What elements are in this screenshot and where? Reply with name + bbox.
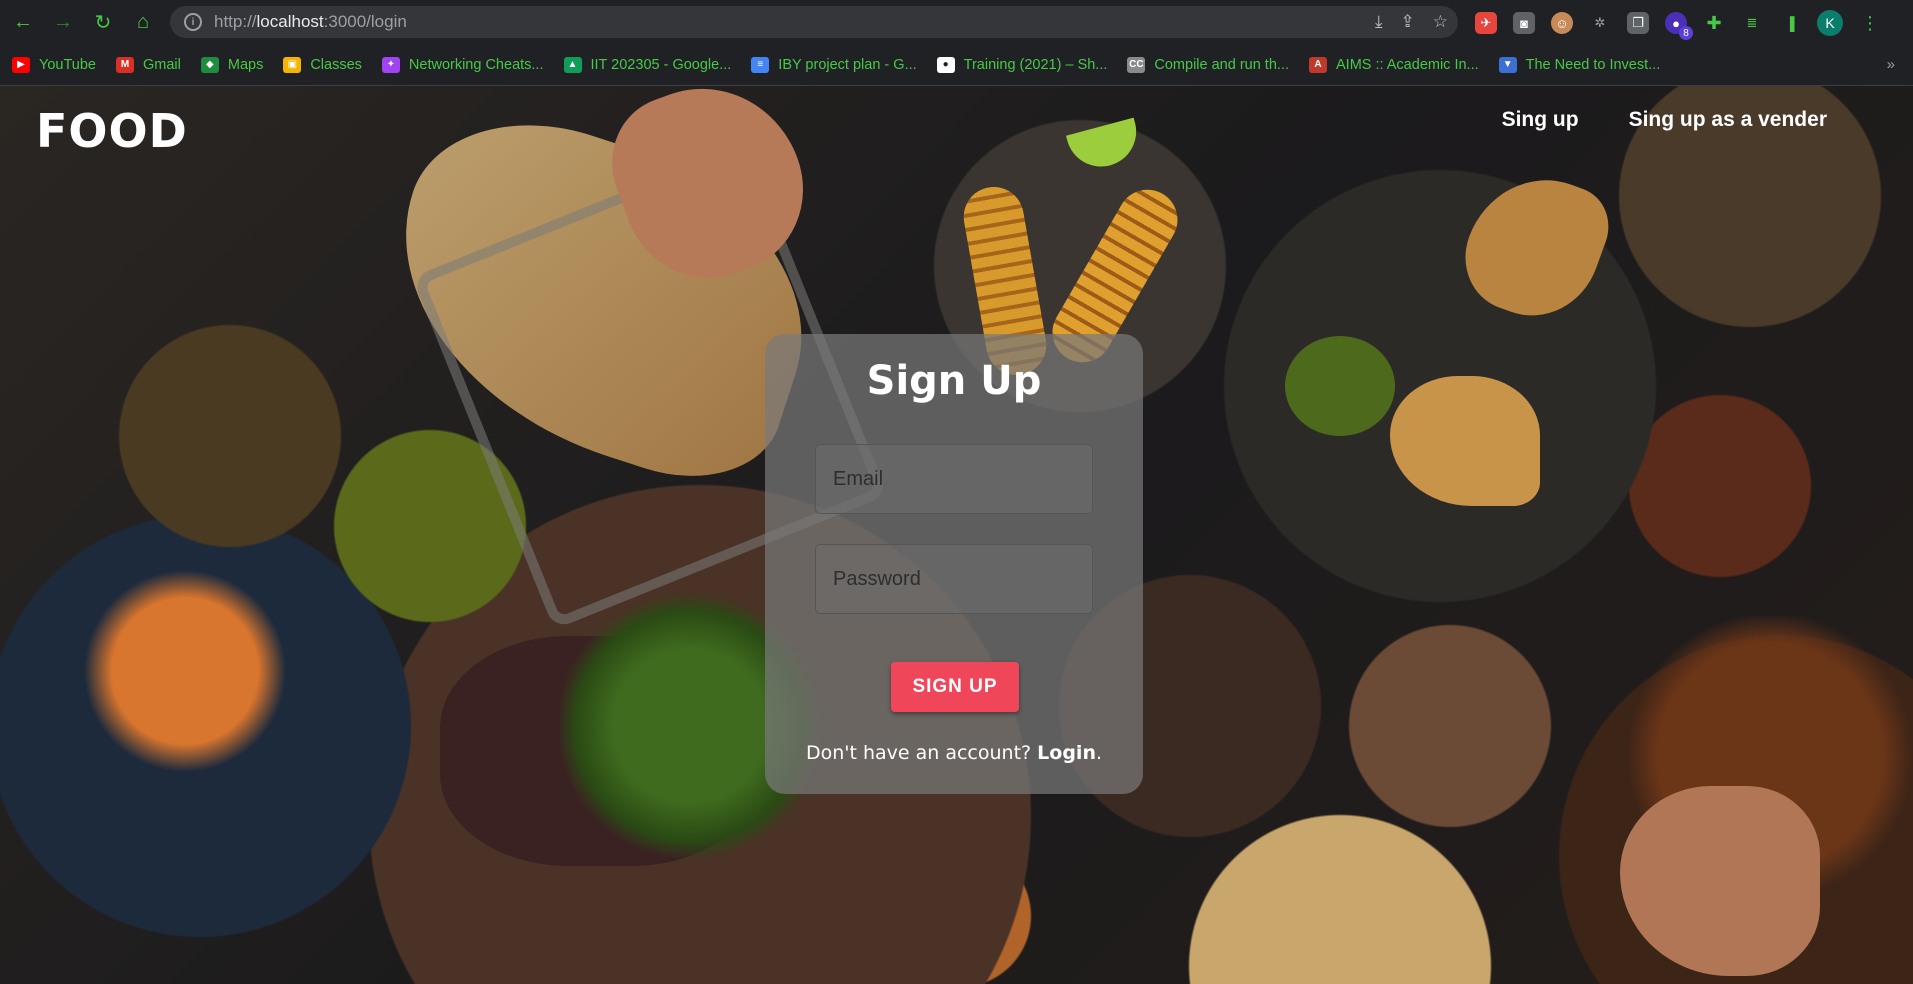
bookmark-label: Gmail (142, 56, 181, 73)
more-bookmarks-icon[interactable]: » (1887, 56, 1895, 73)
bookmark-label: AIMS :: Academic In... (1336, 56, 1479, 73)
bookmark-favicon-icon: ● (936, 56, 955, 73)
kebab-menu-icon[interactable]: ⋮ (1859, 12, 1881, 34)
samosa-graphic (1390, 376, 1540, 506)
bookmark-item[interactable]: ● Training (2021) – Sh... (936, 56, 1108, 73)
install-app-icon[interactable]: ⤓ (1375, 12, 1383, 32)
bookmark-favicon-icon: ✦ (381, 56, 400, 73)
bookmark-item[interactable]: A AIMS :: Academic In... (1309, 56, 1479, 73)
address-bar[interactable]: i http://localhost:3000/login ⤓ ⇪ ☆ (170, 6, 1458, 38)
bookmark-label: Training (2021) – Sh... (963, 56, 1108, 73)
site-nav: Sing up Sing up as a vender (1502, 108, 1827, 132)
extension-badge: 8 (1679, 26, 1693, 40)
extension-bug-icon[interactable]: ✲ (1589, 12, 1611, 34)
bookmark-label: Maps (227, 56, 264, 73)
signup-button[interactable]: SIGN UP (891, 662, 1019, 712)
site-info-icon[interactable]: i (184, 13, 202, 31)
extension-copy-icon[interactable]: ❐ (1627, 12, 1649, 34)
bookmark-favicon-icon: ▣ (283, 56, 302, 73)
bookmark-favicon-icon: ▼ (1498, 56, 1517, 73)
extensions-puzzle-icon[interactable]: ✚ (1703, 12, 1725, 34)
login-prompt: Don't have an account? Login. (765, 742, 1143, 764)
reload-icon[interactable]: ↻ (88, 7, 118, 37)
nav-signup-vendor-link[interactable]: Sing up as a vender (1629, 108, 1827, 132)
chutney-graphic (1285, 336, 1395, 436)
reading-list-icon[interactable]: ≣ (1741, 12, 1763, 34)
signup-card: Sign Up SIGN UP Don't have an account? L… (765, 334, 1143, 794)
bookmark-star-icon[interactable]: ☆ (1433, 12, 1448, 32)
side-panel-icon[interactable]: ▐ (1779, 12, 1801, 34)
bookmark-favicon-icon: ≡ (751, 56, 770, 73)
bookmark-label: The Need to Invest... (1525, 56, 1661, 73)
bookmark-favicon-icon: CC (1127, 56, 1146, 73)
hand-graphic (1620, 786, 1820, 976)
bookmark-label: Compile and run th... (1154, 56, 1289, 73)
login-prompt-text: Don't have an account? (805, 742, 1038, 764)
bookmark-item[interactable]: ▣ Classes (283, 56, 362, 73)
bookmark-label: IBY project plan - G... (778, 56, 917, 73)
lime-graphic (1066, 117, 1144, 175)
bookmark-label: Networking Cheats... (408, 56, 544, 73)
bookmark-item[interactable]: ▲ IIT 202305 - Google... (563, 56, 732, 73)
bookmark-label: Classes (310, 56, 362, 73)
extension-camera-icon[interactable]: ◙ (1513, 12, 1535, 34)
bookmark-item[interactable]: ✦ Networking Cheats... (381, 56, 544, 73)
samosa-graphic (1449, 157, 1621, 335)
page-viewport: FOOD Sing up Sing up as a vender Sign Up… (0, 86, 1913, 984)
email-field[interactable] (815, 444, 1093, 514)
login-link[interactable]: Login (1037, 742, 1096, 764)
back-arrow-icon[interactable]: ← (8, 7, 38, 37)
forward-arrow-icon[interactable]: → (48, 7, 78, 37)
bookmark-item[interactable]: CC Compile and run th... (1127, 56, 1289, 73)
bookmark-item[interactable]: ≡ IBY project plan - G... (751, 56, 917, 73)
bookmark-item[interactable]: M Gmail (115, 56, 181, 73)
login-prompt-end: . (1095, 742, 1103, 764)
url-text[interactable]: http://localhost:3000/login (214, 12, 407, 32)
password-field[interactable] (815, 544, 1093, 614)
bookmark-favicon-icon: ▲ (563, 56, 582, 73)
bookmark-item[interactable]: ▶ YouTube (12, 56, 96, 73)
extension-counter-icon[interactable]: ● 8 (1665, 12, 1693, 40)
extension-face-icon[interactable]: ☺ (1551, 12, 1573, 34)
form-title: Sign Up (866, 358, 1042, 404)
bookmarks-bar: ▶ YouTube M Gmail ◆ Maps ▣ Classes ✦ Networking C… (0, 44, 1913, 86)
profile-avatar[interactable]: K (1817, 10, 1843, 36)
share-icon[interactable]: ⇪ (1401, 12, 1415, 32)
bookmark-label: YouTube (39, 56, 96, 73)
bookmark-label: IIT 202305 - Google... (590, 56, 732, 73)
bookmark-favicon-icon: A (1309, 56, 1327, 73)
bookmark-item[interactable]: ◆ Maps (200, 56, 264, 73)
nav-signup-link[interactable]: Sing up (1502, 108, 1579, 132)
tikka-graphic (70, 556, 300, 786)
site-logo[interactable]: FOOD (36, 104, 188, 158)
bookmark-item[interactable]: ▼ The Need to Invest... (1498, 56, 1661, 73)
bookmark-favicon-icon: ◆ (200, 56, 219, 73)
bookmark-favicon-icon: ▶ (12, 56, 30, 73)
extension-rocket-icon[interactable]: ✈ (1475, 12, 1497, 34)
home-icon[interactable]: ⌂ (128, 7, 158, 37)
bookmark-favicon-icon: M (115, 56, 134, 73)
browser-toolbar: ← → ↻ ⌂ i http://localhost:3000/login ⤓ … (0, 0, 1913, 44)
